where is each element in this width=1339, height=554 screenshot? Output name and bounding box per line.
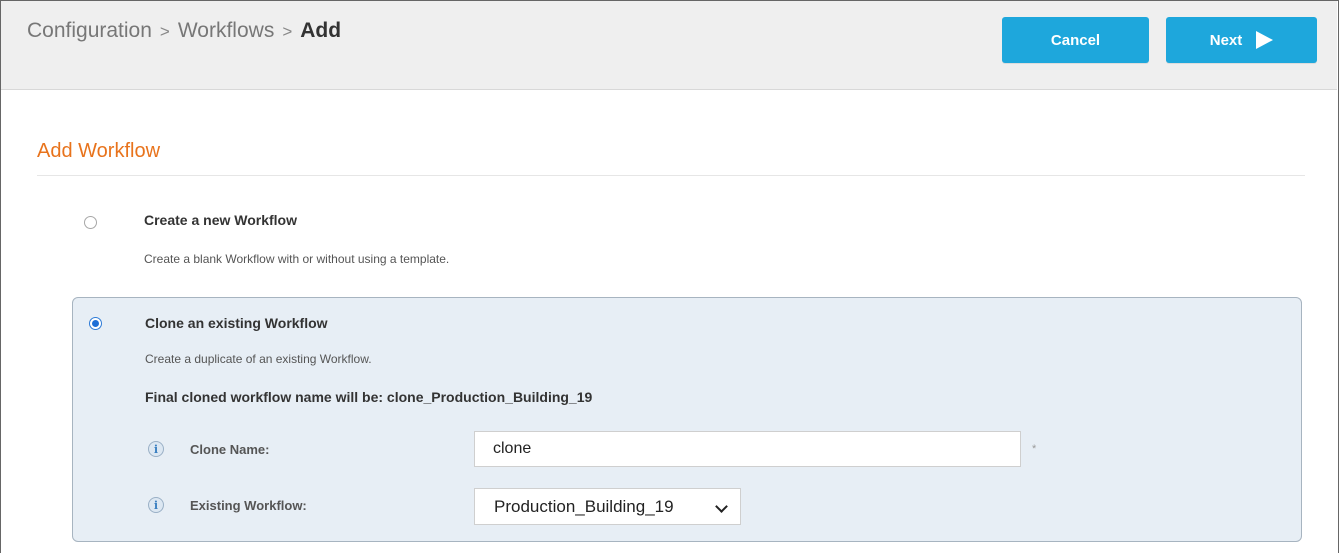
required-marker: *	[1032, 443, 1037, 455]
next-button-label: Next	[1209, 31, 1243, 49]
page-title: Add Workflow	[37, 140, 161, 162]
info-icon[interactable]: i	[148, 441, 164, 457]
chevron-down-icon	[715, 500, 728, 513]
breadcrumb-separator: >	[282, 22, 293, 41]
existing-workflow-label: Existing Workflow:	[190, 498, 307, 513]
breadcrumb-current: Add	[300, 19, 342, 42]
create-new-radio[interactable]	[84, 216, 97, 229]
cancel-button[interactable]: Cancel	[1002, 17, 1149, 63]
breadcrumb-workflows[interactable]: Workflows	[178, 19, 274, 42]
final-clone-name: Final cloned workflow name will be: clon…	[145, 389, 593, 405]
clone-existing-description: Create a duplicate of an existing Workfl…	[145, 352, 372, 366]
title-divider	[37, 175, 1305, 176]
existing-workflow-select[interactable]: Production_Building_19	[474, 488, 741, 525]
breadcrumb-configuration[interactable]: Configuration	[27, 19, 152, 42]
clone-name-label: Clone Name:	[190, 442, 270, 457]
create-new-description: Create a blank Workflow with or without …	[144, 252, 450, 266]
clone-existing-title[interactable]: Clone an existing Workflow	[145, 315, 328, 331]
next-button[interactable]: Next	[1166, 17, 1317, 63]
info-icon[interactable]: i	[148, 497, 164, 513]
clone-name-input[interactable]	[474, 431, 1021, 467]
breadcrumb-separator: >	[159, 22, 170, 41]
play-arrow-icon	[1256, 31, 1274, 49]
existing-workflow-value: Production_Building_19	[494, 496, 674, 516]
create-new-title[interactable]: Create a new Workflow	[144, 212, 297, 228]
cancel-button-label: Cancel	[1050, 31, 1101, 49]
clone-existing-radio[interactable]	[89, 317, 102, 330]
page-header: Configuration > Workflows > Add Cancel Next	[1, 1, 1337, 90]
breadcrumb: Configuration > Workflows > Add	[27, 19, 341, 43]
